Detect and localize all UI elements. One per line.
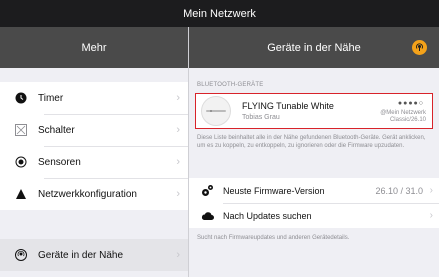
- sidebar-item-label: Sensoren: [38, 156, 81, 168]
- cloud-icon: [201, 209, 214, 222]
- info-text: Diese Liste beinhaltet alle in der Nähe …: [197, 135, 426, 149]
- sidebar-item-sensoren[interactable]: Sensoren ›: [0, 146, 188, 178]
- section-title: BLUETOOTH-GERÄTE: [197, 82, 264, 88]
- search-note: Sucht nach Firmwareupdates und anderen G…: [197, 235, 350, 241]
- nearby-header-icon[interactable]: [412, 40, 427, 55]
- chevron-right-icon: ›: [429, 185, 433, 196]
- left-pane: Timer › Schalter › Sensoren › Netzwerkko…: [0, 68, 188, 277]
- sidebar-item-label: Geräte in der Nähe: [38, 249, 124, 261]
- left-menu-group: Timer › Schalter › Sensoren › Netzwerkko…: [0, 82, 188, 210]
- action-label: Neuste Firmware-Version: [223, 185, 325, 196]
- nearby-icon: [14, 248, 28, 262]
- device-network: @Mein Netzwerk: [380, 110, 426, 116]
- chevron-right-icon: ›: [176, 124, 180, 136]
- device-row[interactable]: FLYING Tunable White Tobias Grau ●●●●○ @…: [195, 93, 433, 129]
- sidebar-item-timer[interactable]: Timer ›: [0, 82, 188, 114]
- chevron-right-icon: ›: [176, 249, 180, 261]
- gears-icon: [201, 184, 214, 197]
- app-window: Mein Netzwerk Mehr Geräte in der Nähe Ti…: [0, 0, 439, 277]
- left-pane-title: Mehr: [81, 41, 107, 54]
- sidebar-item-netzwerkkonfiguration[interactable]: Netzwerkkonfiguration ›: [0, 178, 188, 210]
- left-pane-header: Mehr: [0, 27, 188, 68]
- network-icon: [14, 187, 28, 201]
- chevron-right-icon: ›: [429, 210, 433, 221]
- action-label: Nach Updates suchen: [223, 210, 312, 221]
- right-pane: BLUETOOTH-GERÄTE FLYING Tunable White To…: [189, 68, 439, 277]
- device-version: Classic/26.10: [389, 117, 426, 123]
- device-network-info: @Mein Netzwerk Classic/26.10: [380, 110, 426, 124]
- sidebar-item-label: Schalter: [38, 124, 75, 136]
- device-name: FLYING Tunable White: [242, 101, 334, 111]
- chevron-right-icon: ›: [176, 92, 180, 104]
- lamp-icon: [201, 96, 231, 126]
- sidebar-item-label: Timer: [38, 92, 64, 104]
- sidebar-item-schalter[interactable]: Schalter ›: [0, 114, 188, 146]
- device-owner: Tobias Grau: [242, 114, 280, 121]
- firmware-version-value: 26.10 / 31.0: [375, 186, 423, 196]
- app-title-bar: Mein Netzwerk: [0, 0, 439, 27]
- sidebar-item-label: Netzwerkkonfiguration: [38, 188, 137, 200]
- chevron-right-icon: ›: [176, 188, 180, 200]
- sensor-icon: [14, 155, 28, 169]
- right-pane-header: Geräte in der Nähe: [189, 27, 439, 68]
- right-pane-title: Geräte in der Nähe: [267, 41, 361, 54]
- switch-icon: [14, 123, 28, 137]
- signal-strength-icon: ●●●●○: [397, 100, 424, 107]
- chevron-right-icon: ›: [176, 156, 180, 168]
- check-updates-row[interactable]: Nach Updates suchen ›: [189, 203, 439, 228]
- clock-icon: [14, 91, 28, 105]
- app-title: Mein Netzwerk: [183, 7, 256, 20]
- firmware-version-row[interactable]: Neuste Firmware-Version 26.10 / 31.0 ›: [189, 178, 439, 203]
- sidebar-item-geraete-in-der-naehe[interactable]: Geräte in der Nähe ›: [0, 239, 188, 271]
- sidebar-item-row: Geräte in der Nähe ›: [0, 239, 188, 271]
- actions-group: Neuste Firmware-Version 26.10 / 31.0 › N…: [189, 178, 439, 228]
